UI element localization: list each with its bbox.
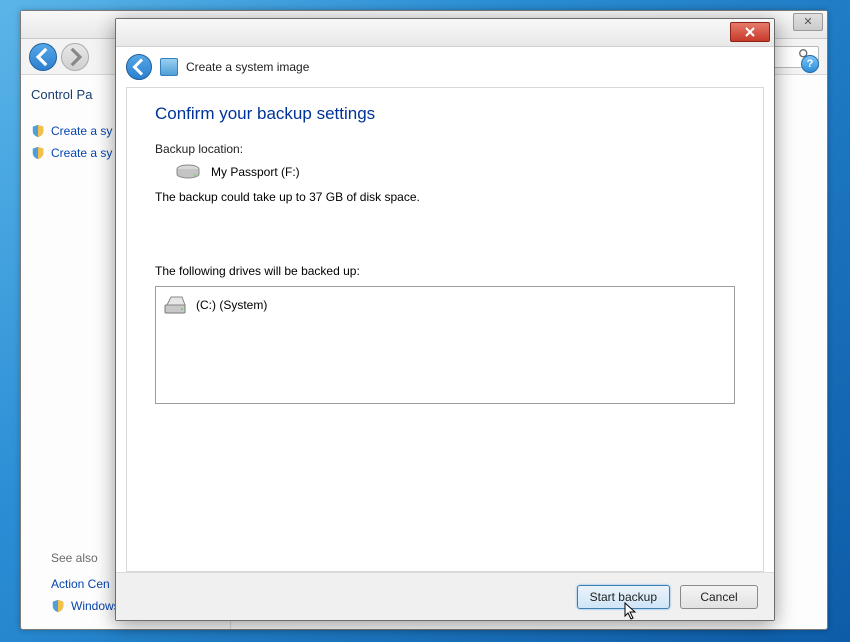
shield-icon xyxy=(31,146,45,160)
system-image-wizard: Create a system image Confirm your backu… xyxy=(115,18,775,621)
dialog-content: Confirm your backup settings Backup loca… xyxy=(126,87,764,572)
drives-label: The following drives will be backed up: xyxy=(155,264,735,278)
wizard-title: Create a system image xyxy=(186,60,309,74)
drive-label: (C:) (System) xyxy=(196,298,267,312)
wizard-back-button[interactable] xyxy=(126,54,152,80)
dialog-heading: Confirm your backup settings xyxy=(155,104,735,124)
nav-forward-button[interactable] xyxy=(61,43,89,71)
drives-listbox[interactable]: (C:) (System) xyxy=(155,286,735,404)
harddrive-icon xyxy=(175,164,201,180)
nav-back-button[interactable] xyxy=(29,43,57,71)
backup-size-estimate: The backup could take up to 37 GB of dis… xyxy=(155,190,735,204)
start-backup-button[interactable]: Start backup xyxy=(577,585,670,609)
backup-location-row: My Passport (F:) xyxy=(155,164,735,180)
dialog-header: Create a system image xyxy=(116,47,774,87)
backup-location-value: My Passport (F:) xyxy=(211,165,300,179)
sidebar-item-label: Create a sy xyxy=(51,124,112,138)
cancel-button[interactable]: Cancel xyxy=(680,585,758,609)
shield-icon xyxy=(31,124,45,138)
dialog-footer: Start backup Cancel xyxy=(116,572,774,620)
see-also-label: Action Cen xyxy=(51,577,110,591)
parent-close-button[interactable]: ✕ xyxy=(793,13,823,31)
dialog-chrome xyxy=(116,19,774,47)
backup-location-label: Backup location: xyxy=(155,142,735,156)
drive-row: (C:) (System) xyxy=(164,295,726,315)
shield-icon xyxy=(51,599,65,613)
sidebar-item-label: Create a sy xyxy=(51,146,112,160)
wizard-icon xyxy=(160,58,178,76)
help-icon[interactable]: ? xyxy=(801,55,819,73)
drive-icon xyxy=(164,295,188,315)
close-button[interactable] xyxy=(730,22,770,42)
